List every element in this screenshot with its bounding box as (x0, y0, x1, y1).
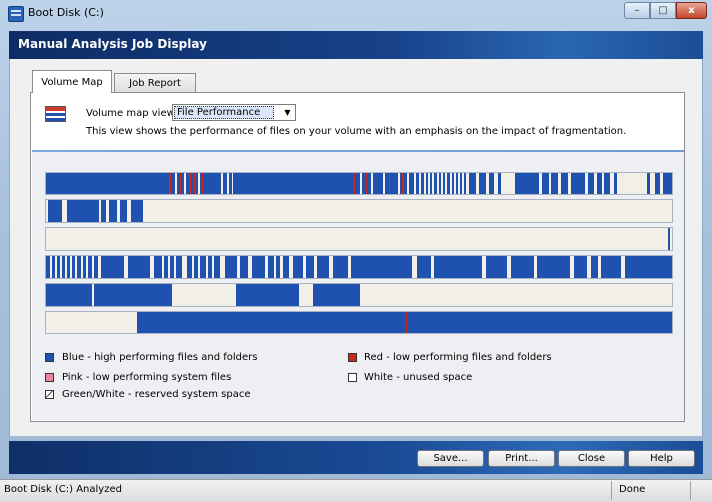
save-button[interactable]: Save... (417, 450, 484, 467)
status-text: Boot Disk (C:) Analyzed (4, 484, 122, 495)
volume-map-row-6-graphic (46, 312, 672, 333)
view-select-value[interactable]: File Performance (174, 106, 274, 119)
window-title: Boot Disk (C:) (28, 6, 104, 19)
status-state: Done (619, 484, 646, 495)
chevron-down-icon[interactable]: ▼ (281, 106, 294, 119)
legend-label-blue: Blue - high performing files and folders (62, 352, 258, 363)
status-divider (611, 481, 612, 500)
legend-label-white: White - unused space (364, 372, 473, 383)
view-label: Volume map view: (86, 108, 178, 119)
legend-swatch-blue (45, 353, 54, 362)
volume-map-row-1 (45, 172, 673, 195)
tab-volume-map[interactable]: Volume Map (32, 70, 112, 93)
title-bar[interactable] (0, 0, 712, 27)
volume-map-row-6 (45, 311, 673, 334)
minimize-button[interactable]: – (624, 2, 650, 19)
view-description: This view shows the performance of files… (86, 126, 627, 137)
volume-map-row-5 (45, 283, 673, 307)
volume-map-row-1-graphic (46, 173, 672, 194)
legend-swatch-pink (45, 373, 54, 382)
close-button[interactable]: Close (558, 450, 625, 467)
disk-icon (8, 6, 24, 22)
volume-map-row-5-graphic (46, 284, 672, 306)
page-title: Manual Analysis Job Display (18, 37, 207, 51)
tab-job-report[interactable]: Job Report (114, 73, 196, 92)
help-button[interactable]: Help (628, 450, 695, 467)
legend-swatch-white (348, 373, 357, 382)
legend-label-red: Red - low performing files and folders (364, 352, 552, 363)
legend-label-green-white: Green/White - reserved system space (62, 389, 251, 400)
volume-map-row-2 (45, 199, 673, 223)
maximize-button[interactable]: □ (650, 2, 676, 19)
close-window-button[interactable]: x (676, 2, 707, 19)
print-button[interactable]: Print... (488, 450, 555, 467)
volume-map-row-3-graphic (46, 228, 672, 250)
legend-swatch-red (348, 353, 357, 362)
volume-map-row-3 (45, 227, 673, 251)
legend-swatch-green-white (45, 390, 54, 399)
volume-map-row-4-graphic (46, 256, 672, 278)
volume-map-icon (45, 106, 66, 122)
volume-map-row-2-graphic (46, 200, 672, 222)
legend-label-pink: Pink - low performing system files (62, 372, 232, 383)
volume-map-row-4 (45, 255, 673, 279)
status-divider (690, 481, 691, 500)
